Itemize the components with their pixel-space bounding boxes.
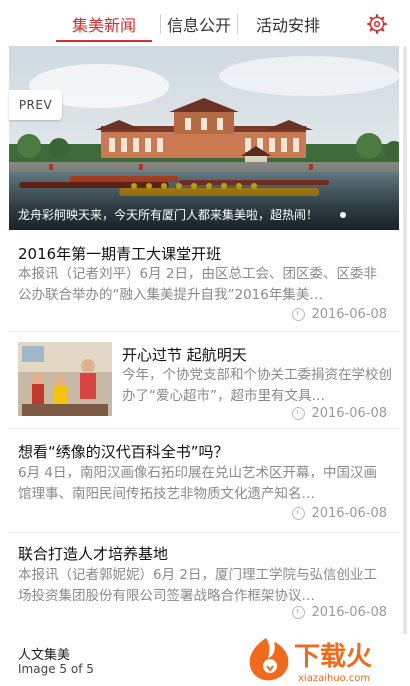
- news-desc: 6月 4日，南阳汉画像石拓印展在兑山艺术区开幕，中国汉画馆理事、南阳民间传拓技艺…: [18, 465, 377, 502]
- image-counter: Image 5 of 5: [18, 662, 94, 676]
- top-tab-bar: 集美新闻 信息公开 活动安排: [0, 0, 410, 48]
- news-desc: 本报讯（记者刘平）6月 2日，由区总工会、团区委、区委非公办联合举办的“融入集美…: [18, 266, 377, 303]
- news-meta: 2016-06-08: [292, 307, 387, 322]
- scrollbar[interactable]: [403, 46, 407, 636]
- watermark-domain: xiazaihuo.com: [298, 673, 370, 684]
- clock-icon: [292, 407, 306, 420]
- slide-indicator-dot[interactable]: [340, 212, 346, 218]
- tab-jimei-news[interactable]: 集美新闻: [48, 0, 160, 48]
- news-title: 2016年第一期青工大课堂开班: [18, 245, 222, 263]
- news-title: 联合打造人才培养基地: [18, 545, 169, 563]
- news-title: 开心过节 起航明天: [122, 346, 247, 364]
- xiazaihuo-watermark-logo: 下载火 xiazaihuo.com: [249, 638, 372, 684]
- news-date: 2016-06-08: [311, 406, 387, 421]
- tab-info-public[interactable]: 信息公开: [161, 0, 237, 48]
- hero-caption: 龙舟彩舸映天来，今天所有厦门人都来集美啦，超热闹！: [18, 208, 319, 222]
- clock-icon: [292, 507, 306, 520]
- news-date: 2016-06-08: [311, 605, 387, 620]
- news-meta: 2016-06-08: [292, 406, 387, 421]
- news-item[interactable]: 开心过节 起航明天 今年，个协党支部和个协关工委捐资在学校创办了“爱心超市”，超…: [9, 332, 399, 429]
- news-item[interactable]: 联合打造人才培养基地 本报讯（记者郭妮妮）6月 2日，厦门理工学院与弘信创业工场…: [9, 533, 399, 631]
- news-item[interactable]: 想看“绣像的汉代百科全书”吗？ 6月 4日，南阳汉画像石拓印展在兑山艺术区开幕，…: [9, 429, 399, 533]
- tab-activity-schedule[interactable]: 活动安排: [238, 0, 338, 48]
- gear-icon[interactable]: [366, 13, 388, 35]
- hero-dragon-boat-image[interactable]: [9, 46, 399, 230]
- news-meta: 2016-06-08: [292, 605, 387, 620]
- news-desc: 今年，个协党支部和个协关工委捐资在学校创办了“爱心超市”，超市里有文具…: [122, 367, 392, 404]
- prev-button[interactable]: PREV: [9, 90, 62, 120]
- news-desc: 本报讯（记者郭妮妮）6月 2日，厦门理工学院与弘信创业工场投资集团股份有限公司签…: [18, 567, 377, 604]
- gallery-title: 人文集美: [18, 648, 71, 663]
- news-meta: 2016-06-08: [292, 506, 387, 521]
- clock-icon: [292, 308, 306, 321]
- news-title: 想看“绣像的汉代百科全书”吗？: [18, 443, 229, 461]
- clock-icon: [292, 606, 306, 619]
- watermark-brand: 下载火: [294, 642, 372, 672]
- news-item[interactable]: 2016年第一期青工大课堂开班 本报讯（记者刘平）6月 2日，由区总工会、团区委…: [9, 233, 399, 332]
- news-date: 2016-06-08: [311, 506, 387, 521]
- news-thumbnail-image[interactable]: [18, 342, 112, 416]
- news-date: 2016-06-08: [311, 307, 387, 322]
